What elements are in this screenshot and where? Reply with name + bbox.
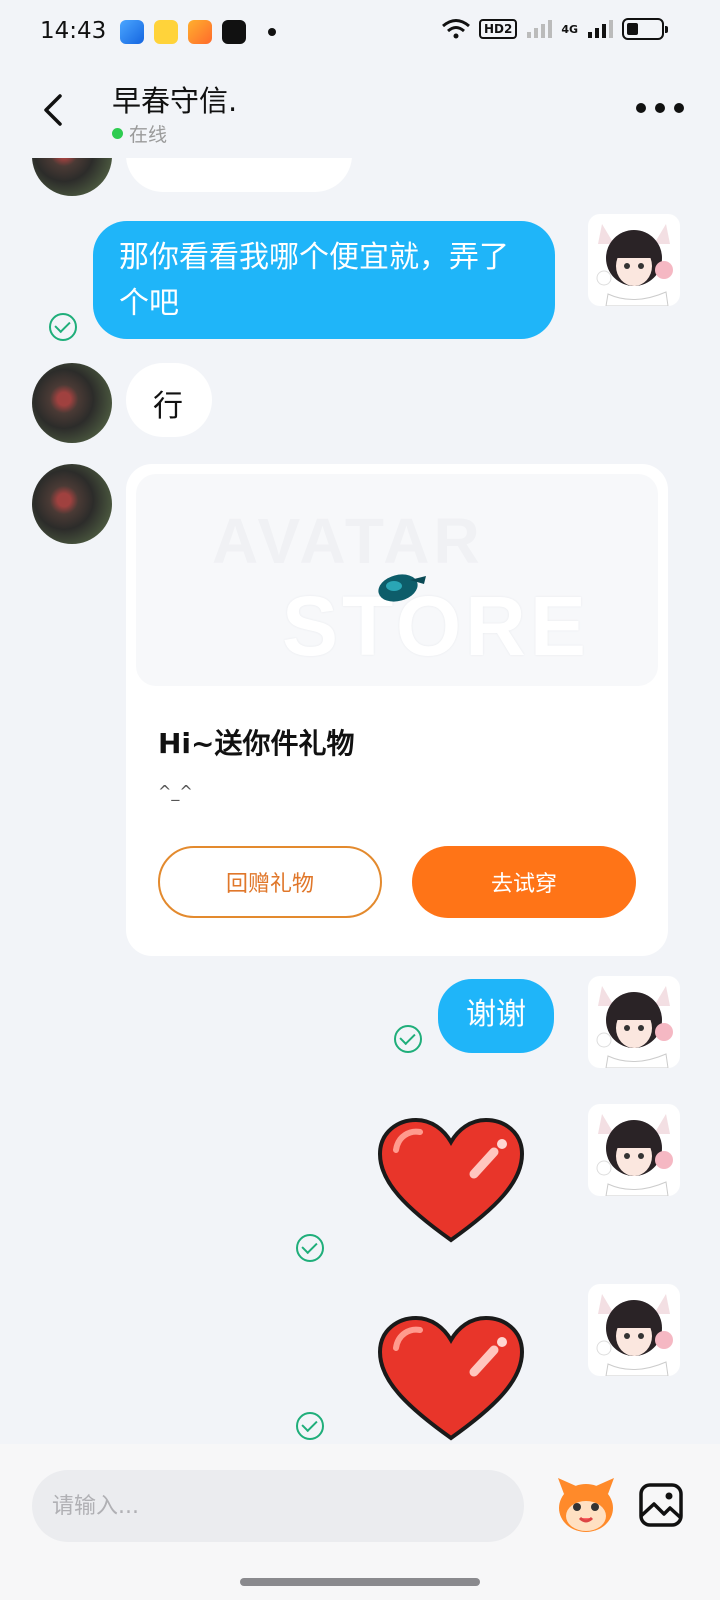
- message-text-line: 个吧: [119, 286, 179, 321]
- wifi-icon: [441, 19, 470, 39]
- gift-image[interactable]: AVATAR STORE: [136, 474, 658, 686]
- message-input[interactable]: [32, 1470, 524, 1542]
- watermark-text: STORE: [282, 579, 590, 673]
- status-time: 14:43: [40, 18, 107, 44]
- heart-sticker-icon[interactable]: [376, 1314, 526, 1444]
- tiktok-notification-icon: [222, 20, 246, 44]
- hd-voice-icon: HD2: [478, 19, 518, 39]
- weibo-notification-icon: [154, 20, 178, 44]
- heart-sticker-icon[interactable]: [376, 1116, 526, 1246]
- input-bar: [0, 1444, 720, 1600]
- delivered-check-icon: [296, 1234, 324, 1262]
- gift-item-icon: [378, 574, 426, 602]
- contact-avatar[interactable]: [32, 158, 112, 196]
- contact-avatar[interactable]: [32, 363, 112, 443]
- image-icon: [639, 1483, 683, 1527]
- watermark-text: AVATAR: [212, 505, 484, 577]
- message-text-line: 那你看看我哪个便宜就，弄了: [119, 240, 509, 275]
- message-text: 谢谢: [466, 997, 526, 1032]
- network-type-label: 4G: [561, 22, 578, 36]
- status-icons: HD2 4G: [441, 18, 668, 40]
- gift-title: Hi~送你件礼物: [158, 727, 355, 760]
- message-list[interactable]: 100 那你看看我哪个便宜就，弄了 个吧 行 AVATAR STORE: [0, 158, 720, 1444]
- online-status-text: 在线: [129, 124, 168, 146]
- battery-level: [627, 23, 638, 35]
- contact-avatar[interactable]: [32, 464, 112, 544]
- gift-subtitle: ^_^: [158, 782, 193, 801]
- gift-card[interactable]: AVATAR STORE Hi~送你件礼物 ^_^ 回赠礼物 去试穿: [126, 464, 668, 956]
- emoji-button[interactable]: [554, 1474, 618, 1536]
- home-indicator[interactable]: [240, 1578, 480, 1586]
- my-avatar[interactable]: [588, 214, 680, 306]
- my-avatar[interactable]: [588, 1284, 680, 1376]
- back-arrow-icon: [44, 94, 62, 126]
- back-button[interactable]: [36, 88, 72, 132]
- more-dot-icon: [636, 103, 646, 113]
- anime-girl-avatar-icon: [596, 1294, 673, 1376]
- outgoing-message[interactable]: 那你看看我哪个便宜就，弄了 个吧: [93, 221, 555, 339]
- battery-icon: [622, 18, 668, 40]
- more-notifications-dot: [268, 28, 276, 36]
- incoming-message-partial[interactable]: 100: [126, 158, 352, 192]
- delivered-check-icon: [394, 1025, 422, 1053]
- signal-icon-2: [588, 20, 613, 38]
- signal-icon-1: [527, 20, 553, 38]
- image-button[interactable]: [638, 1482, 684, 1528]
- my-avatar[interactable]: [588, 1104, 680, 1196]
- more-options-button[interactable]: [636, 98, 684, 118]
- online-status: 在线: [112, 120, 167, 147]
- message-text: 行: [153, 389, 183, 424]
- outgoing-message[interactable]: 谢谢: [438, 979, 554, 1053]
- return-gift-button[interactable]: 回赠礼物: [158, 846, 382, 918]
- chat-header: 早春守信. 在线: [0, 62, 720, 158]
- video-notification-icon: [188, 20, 212, 44]
- try-on-button[interactable]: 去试穿: [412, 846, 636, 918]
- my-avatar[interactable]: [588, 976, 680, 1068]
- delivered-check-icon: [296, 1412, 324, 1440]
- delivered-check-icon: [49, 313, 77, 341]
- anime-girl-avatar-icon: [596, 986, 673, 1068]
- online-dot-icon: [112, 128, 123, 139]
- anime-girl-avatar-icon: [596, 224, 673, 306]
- app-notification-icon: [120, 20, 144, 44]
- contact-name[interactable]: 早春守信.: [112, 78, 237, 120]
- anime-girl-avatar-icon: [596, 1114, 673, 1196]
- more-dot-icon: [655, 103, 665, 113]
- more-dot-icon: [674, 103, 684, 113]
- incoming-message[interactable]: 行: [126, 363, 212, 437]
- status-bar: 14:43 HD2 4G: [0, 0, 720, 62]
- mascot-emoji-icon: [558, 1478, 614, 1532]
